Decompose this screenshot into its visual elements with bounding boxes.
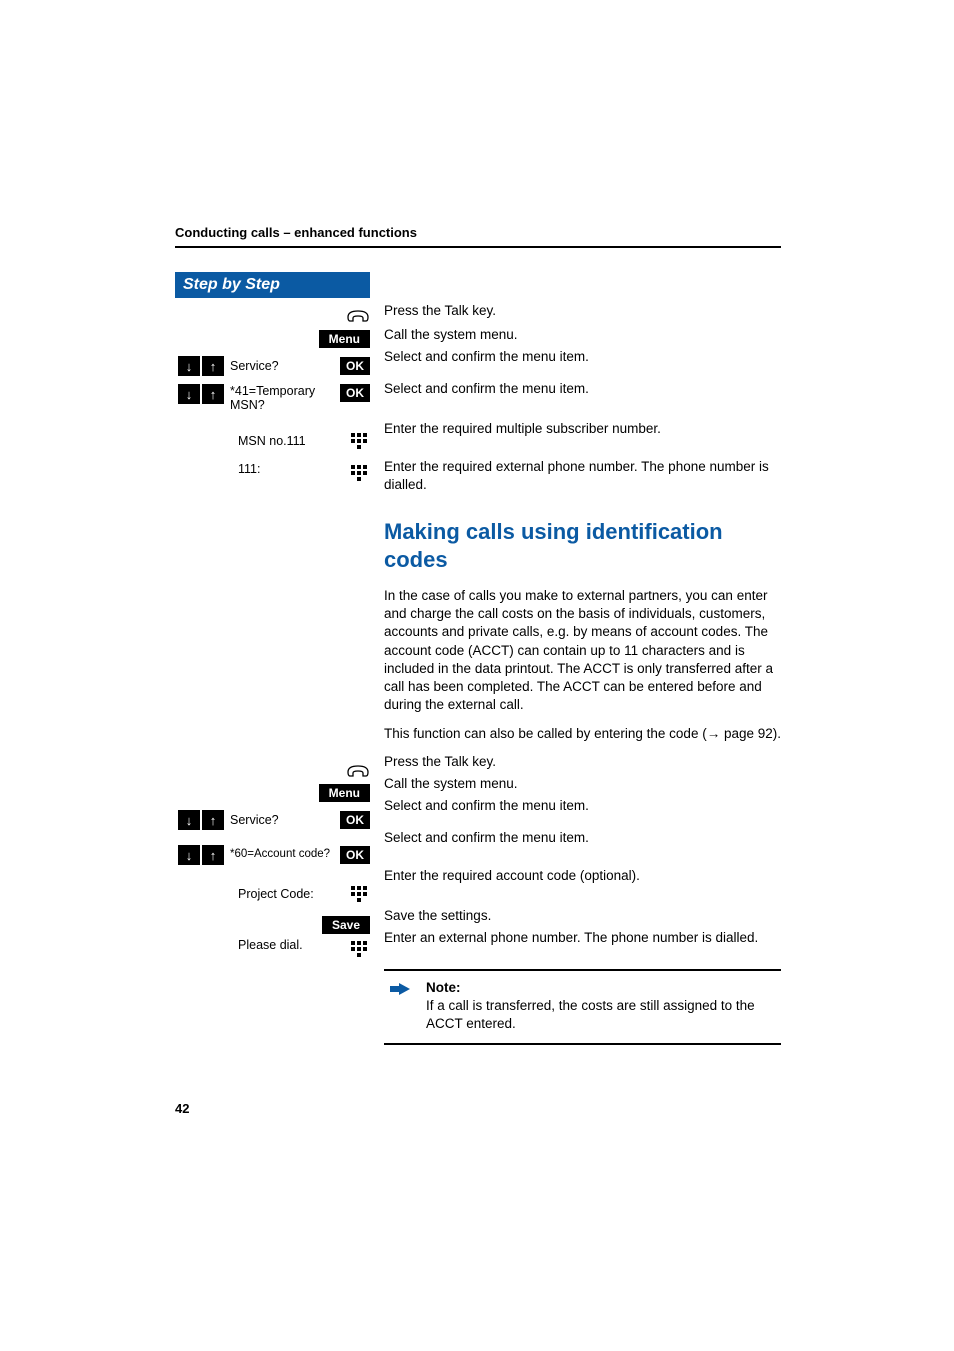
step-text: Select and confirm the menu item. bbox=[384, 348, 781, 380]
down-arrow-icon: ↓ bbox=[178, 845, 200, 865]
paragraph: This function can also be called by ente… bbox=[384, 725, 781, 743]
display-label: Please dial. bbox=[238, 938, 342, 952]
note-box: Note: If a call is transferred, the cost… bbox=[384, 969, 781, 1046]
talk-icon bbox=[346, 761, 370, 781]
section-heading: Making calls using identification codes bbox=[384, 518, 781, 573]
ok-button: OK bbox=[340, 384, 370, 402]
note-arrow-icon bbox=[390, 979, 416, 1034]
step-msn-no: MSN no.111 bbox=[175, 422, 370, 460]
step-text: Enter the required multiple subscriber n… bbox=[384, 420, 781, 458]
para-text: This function can also be called by ente… bbox=[384, 726, 707, 741]
step-talk bbox=[175, 760, 370, 782]
step-111: 111: bbox=[175, 460, 370, 502]
display-label: MSN no.111 bbox=[238, 434, 342, 448]
step-text: Enter an external phone number. The phon… bbox=[384, 929, 781, 969]
step-please-dial: Please dial. bbox=[175, 936, 370, 976]
para-text: page 92). bbox=[720, 726, 781, 741]
step-text: Call the system menu. bbox=[384, 775, 781, 797]
ok-button: OK bbox=[340, 811, 370, 829]
keypad-icon bbox=[348, 462, 370, 484]
step-menu: Menu bbox=[175, 782, 370, 804]
menu-button: Menu bbox=[319, 330, 370, 348]
step-text: Press the Talk key. bbox=[384, 302, 781, 326]
talk-icon bbox=[346, 306, 370, 326]
step-service-2: ↓ ↑ Service? OK bbox=[175, 804, 370, 836]
down-arrow-icon: ↓ bbox=[178, 384, 200, 404]
keypad-icon bbox=[348, 883, 370, 905]
step-talk bbox=[175, 304, 370, 328]
ok-button: OK bbox=[340, 846, 370, 864]
page-number: 42 bbox=[175, 1101, 189, 1116]
arrow-keys: ↓ ↑ bbox=[178, 810, 224, 830]
step-service: ↓ ↑ Service? OK bbox=[175, 350, 370, 382]
keypad-icon bbox=[348, 430, 370, 452]
arrow-keys: ↓ ↑ bbox=[178, 384, 224, 404]
step-text: Enter the required account code (optiona… bbox=[384, 867, 781, 907]
display-label: 111: bbox=[238, 462, 342, 476]
note-body: If a call is transferred, the costs are … bbox=[426, 997, 775, 1033]
up-arrow-icon: ↑ bbox=[202, 810, 224, 830]
step-text: Select and confirm the menu item. bbox=[384, 797, 781, 829]
step-text: Press the Talk key. bbox=[384, 753, 781, 775]
down-arrow-icon: ↓ bbox=[178, 810, 200, 830]
menu-item-label: *60=Account code? bbox=[230, 848, 334, 861]
step-account-code: ↓ ↑ *60=Account code? OK bbox=[175, 836, 370, 874]
keypad-icon bbox=[348, 938, 370, 960]
content-columns: Step by Step Menu ↓ ↑ Service? OK bbox=[175, 272, 781, 1045]
step-temp-msn: ↓ ↑ *41=Temporary MSN? OK bbox=[175, 382, 370, 422]
note-title: Note: bbox=[426, 979, 775, 997]
step-text: Select and confirm the menu item. bbox=[384, 380, 781, 420]
step-text: Enter the required external phone number… bbox=[384, 458, 781, 500]
menu-button: Menu bbox=[319, 784, 370, 802]
up-arrow-icon: ↑ bbox=[202, 356, 224, 376]
paragraph: In the case of calls you make to externa… bbox=[384, 587, 781, 715]
menu-item-label: Service? bbox=[230, 359, 334, 373]
step-project-code: Project Code: bbox=[175, 874, 370, 914]
up-arrow-icon: ↑ bbox=[202, 384, 224, 404]
menu-item-label: Service? bbox=[230, 813, 334, 827]
left-column: Step by Step Menu ↓ ↑ Service? OK bbox=[175, 272, 370, 1045]
step-menu: Menu bbox=[175, 328, 370, 350]
step-text: Save the settings. bbox=[384, 907, 781, 929]
step-by-step-banner: Step by Step bbox=[175, 272, 370, 298]
save-button: Save bbox=[322, 916, 370, 934]
arrow-keys: ↓ ↑ bbox=[178, 845, 224, 865]
right-column: Press the Talk key. Call the system menu… bbox=[370, 272, 781, 1045]
up-arrow-icon: ↑ bbox=[202, 845, 224, 865]
down-arrow-icon: ↓ bbox=[178, 356, 200, 376]
note-content: Note: If a call is transferred, the cost… bbox=[426, 979, 775, 1034]
running-header: Conducting calls – enhanced functions bbox=[175, 225, 781, 248]
display-label: Project Code: bbox=[238, 887, 342, 901]
arrow-glyph-icon: → bbox=[707, 726, 721, 741]
step-text: Select and confirm the menu item. bbox=[384, 829, 781, 867]
step-save: Save bbox=[175, 914, 370, 936]
step-text: Call the system menu. bbox=[384, 326, 781, 348]
ok-button: OK bbox=[340, 357, 370, 375]
arrow-keys: ↓ ↑ bbox=[178, 356, 224, 376]
menu-item-label: *41=Temporary MSN? bbox=[230, 384, 334, 413]
